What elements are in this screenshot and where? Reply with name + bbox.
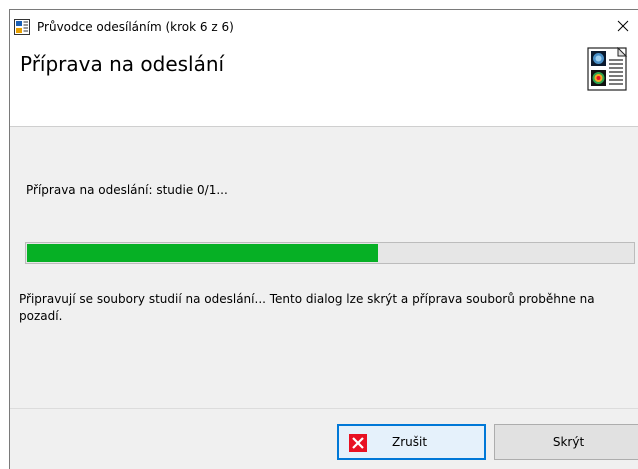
- hide-button-label: Skrýt: [552, 435, 585, 449]
- progress-bar: [25, 242, 635, 264]
- close-icon: [617, 17, 629, 36]
- cancel-button-label: Zrušit: [391, 435, 428, 449]
- wizard-header: Příprava na odeslání: [10, 43, 638, 127]
- cancel-button[interactable]: Zrušit: [337, 424, 486, 460]
- document-brain-scan-icon: [587, 46, 629, 92]
- window-title: Průvodce odesíláním (krok 6 z 6): [37, 20, 234, 34]
- wizard-window: Průvodce odesíláním (krok 6 z 6) Příprav…: [9, 9, 638, 469]
- cancel-x-icon: [349, 434, 367, 452]
- footer-divider: [10, 408, 638, 409]
- page-title: Příprava na odeslání: [20, 52, 225, 76]
- title-bar[interactable]: Průvodce odesíláním (krok 6 z 6): [10, 10, 638, 43]
- hide-button[interactable]: Skrýt: [494, 424, 638, 460]
- status-text: Příprava na odeslání: studie 0/1...: [26, 183, 228, 197]
- app-icon: [14, 19, 30, 35]
- progress-bar-fill: [27, 244, 378, 262]
- info-text: Připravují se soubory studií na odeslání…: [19, 292, 595, 323]
- close-button[interactable]: [608, 10, 638, 43]
